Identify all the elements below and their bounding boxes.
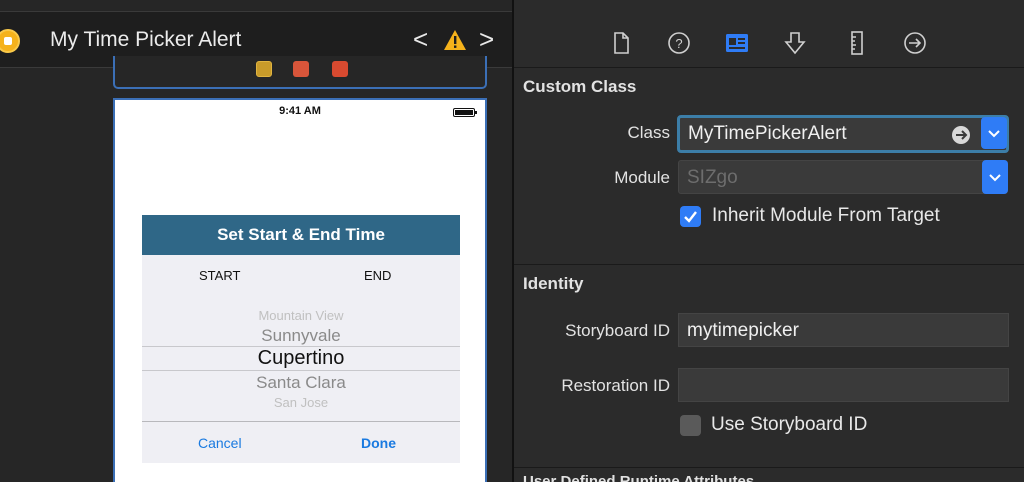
picker-item[interactable]: Mountain View [142,308,460,323]
identity-inspector: ? Custom Class Class MyTimePickerAlert M… [514,0,1024,482]
file-inspector-icon[interactable] [608,30,634,56]
button-divider [142,421,460,422]
storyboard-canvas: My Time Picker Alert < > 9:41 AM Set Sta… [0,0,512,482]
class-field[interactable]: MyTimePickerAlert [677,115,1009,153]
custom-class-title: Custom Class [523,77,637,96]
quick-help-icon[interactable]: ? [666,30,692,56]
picker-selection-line [142,370,460,371]
time-picker-alert[interactable]: Set Start & End Time START END Mountain … [142,215,460,463]
checkmark-icon [684,211,697,223]
status-bar-time: 9:41 AM [279,105,321,117]
start-label: START [199,268,241,283]
exit-icon[interactable] [332,61,348,77]
nav-forward-icon[interactable]: > [479,24,494,55]
inherit-module-checkbox[interactable] [680,206,701,227]
module-placeholder: SIZgo [687,167,738,188]
class-value: MyTimePickerAlert [688,123,847,144]
runtime-attributes-title: User Defined Runtime Attributes [523,473,755,482]
picker-item[interactable]: Sunnyvale [142,326,460,346]
nav-back-icon[interactable]: < [413,24,428,55]
attributes-inspector-icon[interactable] [782,30,808,56]
section-separator [514,467,1024,468]
restoration-id-field[interactable] [678,368,1009,402]
battery-icon [453,108,477,117]
scene-dock [113,56,487,89]
module-label: Module [614,168,670,187]
size-inspector-icon[interactable] [844,30,870,56]
connections-inspector-icon[interactable] [902,30,928,56]
identity-title: Identity [523,274,584,293]
first-responder-icon[interactable] [293,61,309,77]
class-dropdown-button[interactable] [981,117,1007,149]
inherit-module-label[interactable]: Inherit Module From Target [712,205,940,227]
storyboard-id-value: mytimepicker [687,320,799,341]
picker-item[interactable]: San Jose [142,395,460,410]
section-separator [514,264,1024,265]
view-controller-icon[interactable] [0,29,20,53]
restoration-id-label: Restoration ID [561,376,670,395]
module-dropdown-button[interactable] [982,160,1008,194]
class-label: Class [627,123,670,142]
end-label: END [364,268,392,283]
view-controller-dock-icon[interactable] [256,61,272,77]
module-field[interactable]: SIZgo [678,160,1008,194]
storyboard-id-field[interactable]: mytimepicker [678,313,1009,347]
canvas-top-strip [0,0,512,11]
svg-text:?: ? [675,36,682,51]
chevron-down-icon [989,174,1001,182]
identity-inspector-icon[interactable] [724,30,750,56]
chevron-down-icon [988,130,1000,138]
phone-view[interactable]: 9:41 AM Set Start & End Time START END M… [113,98,487,482]
picker-selected-item[interactable]: Cupertino [142,347,460,370]
done-button[interactable]: Done [361,435,396,451]
go-to-class-arrow-icon[interactable] [951,125,971,145]
alert-title: Set Start & End Time [142,215,460,255]
cancel-button[interactable]: Cancel [198,435,242,451]
use-storyboard-id-checkbox[interactable] [680,415,701,436]
inspector-toolbar: ? [514,0,1024,68]
picker-item[interactable]: Santa Clara [142,373,460,393]
scene-title: My Time Picker Alert [50,28,242,51]
warning-icon[interactable] [443,29,467,51]
storyboard-id-label: Storyboard ID [565,321,670,340]
use-storyboard-id-label[interactable]: Use Storyboard ID [711,414,867,436]
